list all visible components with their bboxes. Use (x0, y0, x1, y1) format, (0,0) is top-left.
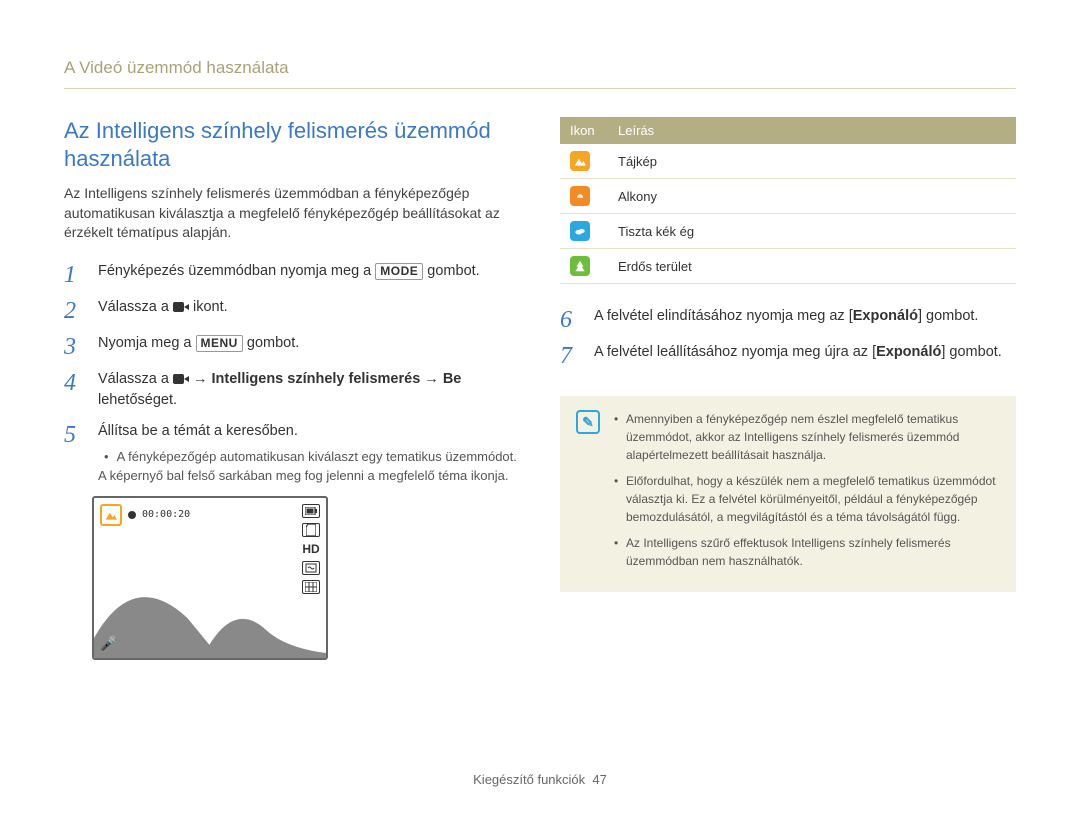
page-footer: Kiegészítő funkciók 47 (0, 772, 1080, 787)
video-mode-icon (173, 373, 189, 385)
step-2: 2 Válassza a ikont. (64, 297, 520, 323)
info-note-box: ✎ Amennyiben a fényképezőgép nem észlel … (560, 396, 1016, 592)
table-header-icon: Ikon (560, 117, 608, 144)
battery-icon (302, 504, 320, 518)
step-4: 4 Válassza a → Intelligens színhely feli… (64, 369, 520, 411)
step-text: Válassza a (98, 299, 173, 315)
menu-path-bold: Intelligens színhely felismerés (212, 371, 421, 387)
step-text: Nyomja meg a (98, 335, 196, 351)
mode-button-label: MODE (375, 263, 423, 281)
note-item: Az Intelligens szűrő effektusok Intellig… (614, 534, 1000, 570)
note-item: Amennyiben a fényképezőgép nem észlel me… (614, 410, 1000, 464)
step-number: 1 (64, 261, 84, 287)
step-3: 3 Nyomja meg a MENU gombot. (64, 333, 520, 359)
shutter-label: Exponáló (876, 344, 941, 360)
step-sub-bullet: A fényképezőgép automatikusan kiválaszt … (98, 448, 520, 486)
step-number: 7 (560, 342, 580, 368)
info-icon: ✎ (576, 410, 600, 434)
step-text: gombot. (423, 263, 479, 279)
menu-path-bold: Be (443, 371, 462, 387)
step-text: lehetőséget. (98, 392, 177, 408)
bluesky-icon (570, 221, 590, 241)
table-header-desc: Leírás (608, 117, 1016, 144)
table-row: Tiszta kék ég (560, 214, 1016, 249)
step-number: 3 (64, 333, 84, 359)
note-item: Előfordulhat, hogy a készülék nem a megf… (614, 472, 1000, 526)
arrow: → (420, 371, 443, 387)
page-number: 47 (592, 772, 606, 787)
step-5: 5 Állítsa be a témát a keresőben. A fény… (64, 421, 520, 486)
menu-button-label: MENU (196, 335, 243, 353)
sunset-icon (570, 186, 590, 206)
timer-readout: 00:00:20 (142, 509, 190, 520)
table-cell: Tiszta kék ég (608, 214, 1016, 249)
page-header: A Videó üzemmód használata (64, 58, 1016, 89)
camera-preview: 00:00:20 HD 🎤 (92, 496, 328, 660)
left-column: Az Intelligens színhely felismerés üzemm… (64, 117, 520, 660)
step-number: 4 (64, 369, 84, 411)
step-number: 5 (64, 421, 84, 486)
step-text: gombot. (243, 335, 299, 351)
step-text: Fényképezés üzemmódban nyomja meg a (98, 263, 375, 279)
step-text: Válassza a (98, 371, 173, 387)
scene-icon-table: Ikon Leírás Tájkép Alkony Tis (560, 117, 1016, 284)
section-heading: Az Intelligens színhely felismerés üzemm… (64, 117, 520, 172)
step-text: Állítsa be a témát a keresőben. (98, 423, 298, 439)
microphone-icon: 🎤 (100, 635, 117, 652)
table-row: Tájkép (560, 144, 1016, 179)
table-cell: Erdős terület (608, 249, 1016, 284)
table-row: Erdős terület (560, 249, 1016, 284)
step-text: ] gombot. (918, 308, 978, 324)
step-number: 2 (64, 297, 84, 323)
preview-scene-mountains (94, 558, 326, 658)
step-6: 6 A felvétel elindításához nyomja meg az… (560, 306, 1016, 332)
step-text: A felvétel leállításához nyomja meg újra… (594, 344, 876, 360)
landscape-icon (570, 151, 590, 171)
table-row: Alkony (560, 179, 1016, 214)
scene-icon-landscape (100, 504, 122, 526)
shutter-label: Exponáló (853, 308, 918, 324)
table-cell: Tájkép (608, 144, 1016, 179)
section-intro: Az Intelligens színhely felismerés üzemm… (64, 184, 520, 243)
step-text: ikont. (189, 299, 228, 315)
step-text: A felvétel elindításához nyomja meg az [ (594, 308, 853, 324)
video-mode-icon (173, 301, 189, 313)
step-text: ] gombot. (941, 344, 1001, 360)
step-number: 6 (560, 306, 580, 332)
hd-badge: HD (302, 542, 320, 556)
step-7: 7 A felvétel leállításához nyomja meg új… (560, 342, 1016, 368)
sd-card-icon (302, 523, 320, 537)
record-indicator-icon (128, 511, 136, 519)
step-1: 1 Fényképezés üzemmódban nyomja meg a MO… (64, 261, 520, 287)
footer-section: Kiegészítő funkciók (473, 772, 585, 787)
forest-icon (570, 256, 590, 276)
right-column: Ikon Leírás Tájkép Alkony Tis (560, 117, 1016, 660)
arrow: → (189, 371, 212, 387)
table-cell: Alkony (608, 179, 1016, 214)
